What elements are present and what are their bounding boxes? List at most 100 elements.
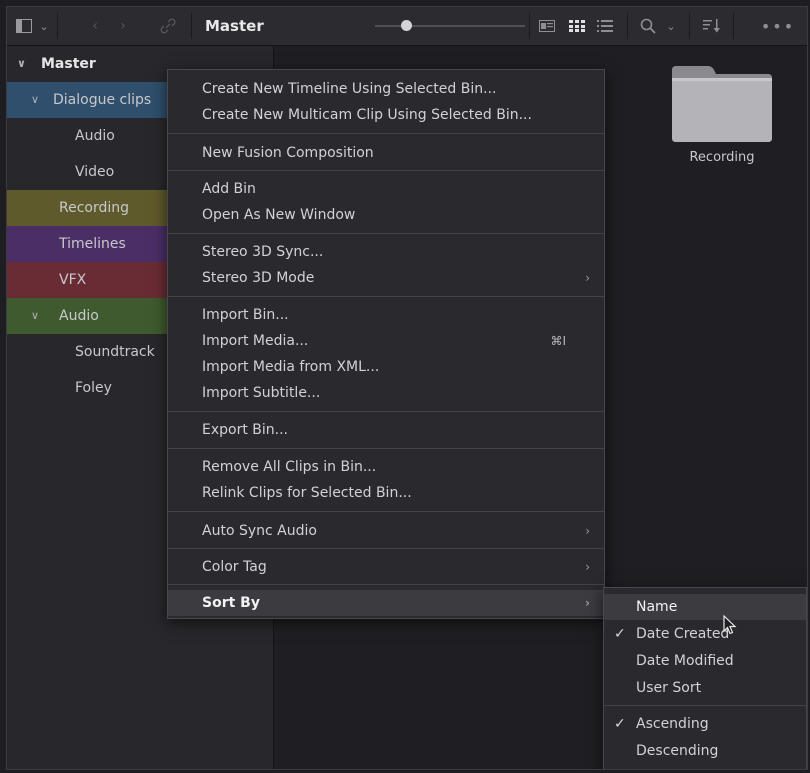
toolbar-divider (627, 13, 628, 39)
sidebar-item-label: Master (41, 56, 96, 72)
sidebar-item-label: VFX (59, 272, 87, 288)
chevron-right-icon: › (585, 271, 590, 285)
toolbar-divider (689, 13, 690, 39)
menu-item-label: Color Tag (202, 559, 267, 575)
checkmark-icon: ✓ (614, 626, 626, 642)
submenu-item-label: Name (636, 599, 678, 615)
menu-item-export-bin[interactable]: Export Bin... (168, 417, 604, 443)
toolbar: ⌄ ‹ › Master ⌄ ••• (7, 7, 807, 46)
menu-item-import-media[interactable]: Import Media... ⌘I (168, 328, 604, 354)
view-metadata-icon[interactable] (535, 7, 559, 45)
menu-item-label: New Fusion Composition (202, 145, 374, 161)
menu-item-label: Sort By (202, 595, 260, 611)
menu-item-stereo-3d-mode[interactable]: Stereo 3D Mode › (168, 265, 604, 291)
menu-item-label: Remove All Clips in Bin... (202, 459, 377, 475)
menu-item-label: Stereo 3D Mode (202, 270, 315, 286)
menu-separator (168, 584, 604, 585)
chevron-down-icon[interactable]: ⌄ (36, 7, 52, 45)
toolbar-divider (57, 13, 58, 39)
folder-icon[interactable] (668, 64, 776, 144)
menu-item-color-tag[interactable]: Color Tag › (168, 554, 604, 580)
submenu-item-date-created[interactable]: ✓ Date Created (604, 621, 806, 647)
menu-separator (168, 548, 604, 549)
menu-item-label: Create New Timeline Using Selected Bin..… (202, 81, 497, 97)
submenu-item-label: User Sort (636, 680, 702, 696)
menu-item-label: Relink Clips for Selected Bin... (202, 485, 412, 501)
chevron-right-icon: › (585, 560, 590, 574)
submenu-item-user-sort[interactable]: User Sort (604, 675, 806, 701)
menu-item-label: Export Bin... (202, 422, 288, 438)
sidebar-item-label: Audio (75, 128, 115, 144)
chevron-down-icon[interactable]: ∨ (31, 82, 39, 118)
link-icon[interactable] (157, 7, 179, 45)
menu-item-label: Import Media from XML... (202, 359, 380, 375)
menu-separator (168, 411, 604, 412)
menu-separator (168, 511, 604, 512)
search-options-chevron-down-icon[interactable]: ⌄ (663, 7, 679, 45)
sort-by-submenu: Name ✓ Date Created Date Modified User So… (603, 587, 807, 769)
submenu-item-label: Ascending (636, 716, 709, 732)
menu-item-label: Import Subtitle... (202, 385, 321, 401)
menu-item-import-bin[interactable]: Import Bin... (168, 302, 604, 328)
menu-item-label: Import Media... (202, 333, 309, 349)
sort-icon[interactable] (699, 7, 725, 45)
thumbnail-size-slider-knob[interactable] (401, 20, 412, 31)
folder-label[interactable]: Recording (668, 150, 776, 165)
sidebar-item-label: Soundtrack (75, 344, 155, 360)
menu-item-label: Create New Multicam Clip Using Selected … (202, 107, 532, 123)
menu-separator (168, 448, 604, 449)
view-list-icon[interactable] (593, 7, 617, 45)
chevron-down-icon[interactable]: ∨ (31, 298, 39, 334)
context-menu: Create New Timeline Using Selected Bin..… (167, 69, 605, 619)
forward-icon[interactable]: › (115, 7, 131, 45)
menu-item-stereo-3d-sync[interactable]: Stereo 3D Sync... (168, 239, 604, 265)
menu-separator (168, 233, 604, 234)
menu-item-label: Open As New Window (202, 207, 356, 223)
menu-separator (168, 296, 604, 297)
menu-item-label: Auto Sync Audio (202, 523, 317, 539)
sidebar-item-label: Foley (75, 380, 112, 396)
toolbar-divider (191, 13, 192, 39)
menu-separator (168, 170, 604, 171)
toolbar-divider (733, 13, 734, 39)
menu-item-import-media-from-xml[interactable]: Import Media from XML... (168, 354, 604, 380)
sidebar-item-label: Recording (59, 200, 130, 216)
menu-item-create-new-timeline[interactable]: Create New Timeline Using Selected Bin..… (168, 76, 604, 102)
menu-item-import-subtitle[interactable]: Import Subtitle... (168, 380, 604, 406)
submenu-item-date-modified[interactable]: Date Modified (604, 648, 806, 674)
menu-item-label: Add Bin (202, 181, 256, 197)
sidebar-item-label: Dialogue clips (53, 92, 152, 108)
toolbar-divider (529, 13, 530, 39)
submenu-item-descending[interactable]: Descending (604, 738, 806, 764)
menu-item-remove-all-clips[interactable]: Remove All Clips in Bin... (168, 454, 604, 480)
more-icon[interactable]: ••• (755, 7, 801, 45)
menu-separator (168, 133, 604, 134)
submenu-item-name[interactable]: Name (604, 594, 806, 620)
search-icon[interactable] (637, 7, 659, 45)
sidebar-toggle-icon[interactable] (13, 7, 35, 45)
submenu-item-ascending[interactable]: ✓ Ascending (604, 711, 806, 737)
menu-item-label: Stereo 3D Sync... (202, 244, 324, 260)
chevron-right-icon: › (585, 596, 590, 610)
menu-item-auto-sync-audio[interactable]: Auto Sync Audio › (168, 518, 604, 544)
chevron-right-icon: › (585, 524, 590, 538)
menu-item-new-fusion-composition[interactable]: New Fusion Composition (168, 140, 604, 166)
menu-item-relink-clips[interactable]: Relink Clips for Selected Bin... (168, 480, 604, 506)
chevron-down-icon[interactable]: ∨ (17, 46, 26, 82)
shortcut-label: ⌘I (550, 334, 566, 348)
menu-item-create-new-multicam-clip[interactable]: Create New Multicam Clip Using Selected … (168, 102, 604, 128)
bin-title: Master (205, 17, 264, 35)
menu-item-add-bin[interactable]: Add Bin (168, 176, 604, 202)
menu-item-label: Import Bin... (202, 307, 289, 323)
submenu-item-label: Descending (636, 743, 719, 759)
media-pool-window: ⌄ ‹ › Master ⌄ ••• ∨ Master ∨ Dialogue c… (6, 6, 808, 770)
sidebar-item-label: Video (75, 164, 115, 180)
thumbnail-size-slider[interactable] (375, 25, 525, 27)
view-thumbnail-icon[interactable] (565, 7, 589, 45)
mouse-cursor-icon (723, 614, 737, 639)
submenu-item-label: Date Modified (636, 653, 734, 669)
sidebar-item-label: Audio (59, 308, 99, 324)
back-icon[interactable]: ‹ (87, 7, 103, 45)
menu-item-open-as-new-window[interactable]: Open As New Window (168, 202, 604, 228)
menu-item-sort-by[interactable]: Sort By › (168, 590, 604, 616)
